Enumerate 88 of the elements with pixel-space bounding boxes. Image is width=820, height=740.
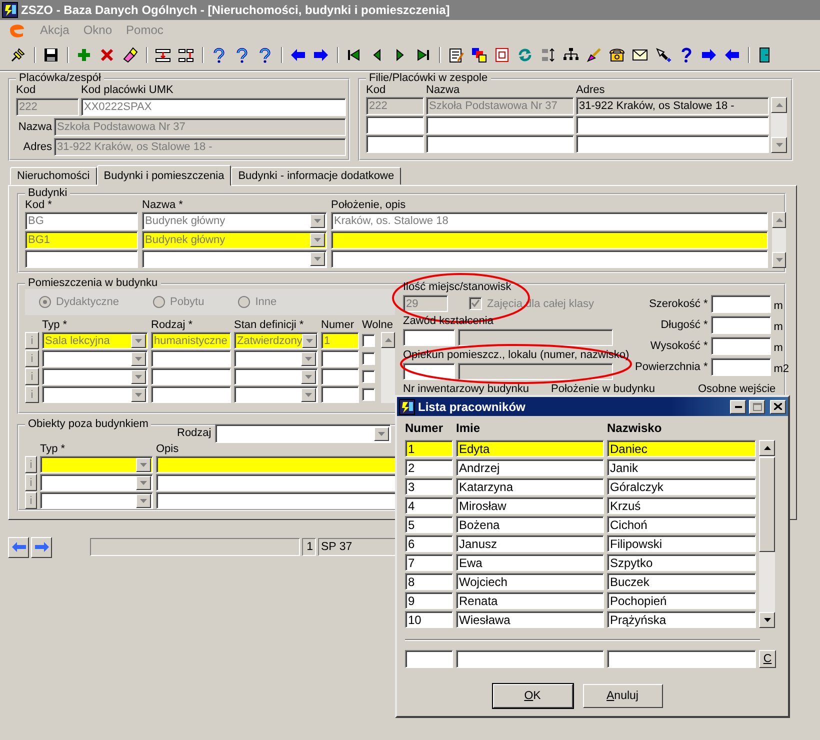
ok-button[interactable]: OK [492, 684, 572, 708]
umk-code-field[interactable]: XX0222SPAX [81, 98, 346, 116]
field-label: Powierzchnia * [635, 360, 708, 374]
table-cell[interactable]: Pochopień [607, 592, 756, 609]
table-cell[interactable]: Janik [607, 459, 756, 476]
column-header: Numer [405, 421, 444, 435]
table-cell[interactable]: Cichoń [607, 516, 756, 533]
column-header: Rodzaj * [151, 319, 194, 331]
dropdown-field[interactable]: Budynek główny [142, 231, 327, 249]
table-cell[interactable]: Wojciech [456, 573, 604, 590]
table-cell[interactable]: 4 [405, 497, 453, 514]
field-label: Osobne wejście [698, 383, 776, 397]
field-label: Wysokość * [649, 340, 708, 352]
field-label: Długość * [660, 318, 708, 332]
table-cell[interactable]: humanistyczne [151, 332, 231, 349]
table-cell[interactable]: Filipowski [607, 535, 756, 552]
dropdown-field[interactable]: Budynek główny [142, 212, 327, 230]
window-title: ZSZO - Baza Danych Ogólnych - [Nieruchomości, budynki i pomieszczenia] [21, 3, 450, 17]
group-title: Pomieszczenia w budynku [27, 278, 159, 289]
column-header: Opis [156, 443, 179, 455]
dialog-title: Lista pracowników [418, 400, 526, 414]
table-cell[interactable]: 5 [405, 516, 453, 533]
column-header: Wolne [362, 319, 394, 331]
table-cell[interactable]: 31-922 Kraków, os Stalowe 18 - [576, 97, 769, 115]
unit-label: m [774, 342, 784, 355]
column-header: Nazwa * [142, 199, 184, 211]
column-header: Adres [576, 84, 606, 96]
field-label: Rodzaj [177, 427, 212, 440]
tab[interactable]: Budynki - informacje dodatkowe [231, 167, 402, 185]
table-cell[interactable]: Wiesława [456, 611, 604, 628]
table-cell[interactable]: Buczek [607, 573, 756, 590]
field-label: Ilość miejsc/stanowisk [403, 281, 512, 294]
field-label: Nr inwentarzowy budynku [403, 383, 530, 397]
record-number: 1 [302, 538, 316, 556]
column-header: Typ * [42, 319, 68, 331]
table-cell[interactable]: 3 [405, 478, 453, 495]
column-header: Imie [456, 421, 482, 435]
table-cell[interactable]: 9 [405, 592, 453, 609]
field-label: Adres [22, 140, 52, 154]
dropdown-field[interactable]: Zatwierdzony [234, 332, 318, 349]
field-label: Kod placówki UMK [81, 84, 174, 96]
column-header: Kod [366, 84, 387, 96]
group-title: Placówka/zespół [18, 73, 102, 84]
table-cell[interactable]: Bożena [456, 516, 604, 533]
column-header: Stan definicji * [234, 319, 305, 331]
unit-label: m [774, 300, 784, 313]
column-header: Numer [321, 319, 356, 331]
column-header: Kod * [25, 199, 53, 211]
group-title: Obiekty poza budynkiem [27, 419, 150, 430]
table-cell[interactable]: 10 [405, 611, 453, 628]
field-label: Szerokość * [648, 298, 708, 310]
unit-label: m2 [774, 363, 790, 376]
table-cell[interactable]: Edyta [456, 440, 604, 457]
cancel-button[interactable]: Anuluj [582, 684, 662, 708]
column-header: Typ * [40, 443, 66, 455]
table-cell[interactable]: Krzuś [607, 497, 756, 514]
group-title: Filie/Placówki w zespole [368, 73, 489, 84]
table-cell[interactable]: Góralczyk [607, 478, 756, 495]
table-cell[interactable]: Prążyńska [607, 611, 756, 628]
table-cell[interactable]: 1 [321, 332, 359, 349]
table-cell[interactable]: 2 [405, 459, 453, 476]
clear-button[interactable]: C [759, 650, 776, 668]
table-cell[interactable]: Szpytko [607, 554, 756, 571]
column-header: Nazwisko [607, 421, 663, 435]
field-label: Kod [16, 84, 37, 96]
table-cell[interactable]: Katarzyna [456, 478, 604, 495]
table-cell[interactable]: BG [25, 212, 138, 230]
table-cell[interactable]: Janusz [456, 535, 604, 552]
column-header: Położenie, opis [331, 199, 407, 211]
table-cell[interactable]: 6 [405, 535, 453, 552]
table-cell[interactable]: 7 [405, 554, 453, 571]
table-cell[interactable]: Renata [456, 592, 604, 609]
group-title: Budynki [27, 188, 68, 199]
field-label: Położenie w budynku [551, 383, 656, 397]
table-cell[interactable]: Kraków, os. Stalowe 18 [331, 212, 768, 230]
table-cell[interactable]: Ewa [456, 554, 604, 571]
dropdown-field[interactable]: Sala lekcyjna [42, 332, 148, 349]
table-cell[interactable]: Daniec [607, 440, 756, 457]
column-header: Nazwa [426, 84, 461, 96]
tab[interactable]: Nieruchomości [10, 167, 97, 185]
tab[interactable]: Budynki i pomieszczenia [96, 165, 232, 186]
field-label: Nazwa [17, 120, 52, 134]
table-cell[interactable]: Mirosław [456, 497, 604, 514]
table-cell[interactable]: 1 [405, 440, 453, 457]
unit-label: m [774, 321, 784, 334]
table-cell[interactable]: Andrzej [456, 459, 604, 476]
table-cell[interactable]: BG1 [25, 231, 138, 249]
table-cell[interactable]: 8 [405, 573, 453, 590]
